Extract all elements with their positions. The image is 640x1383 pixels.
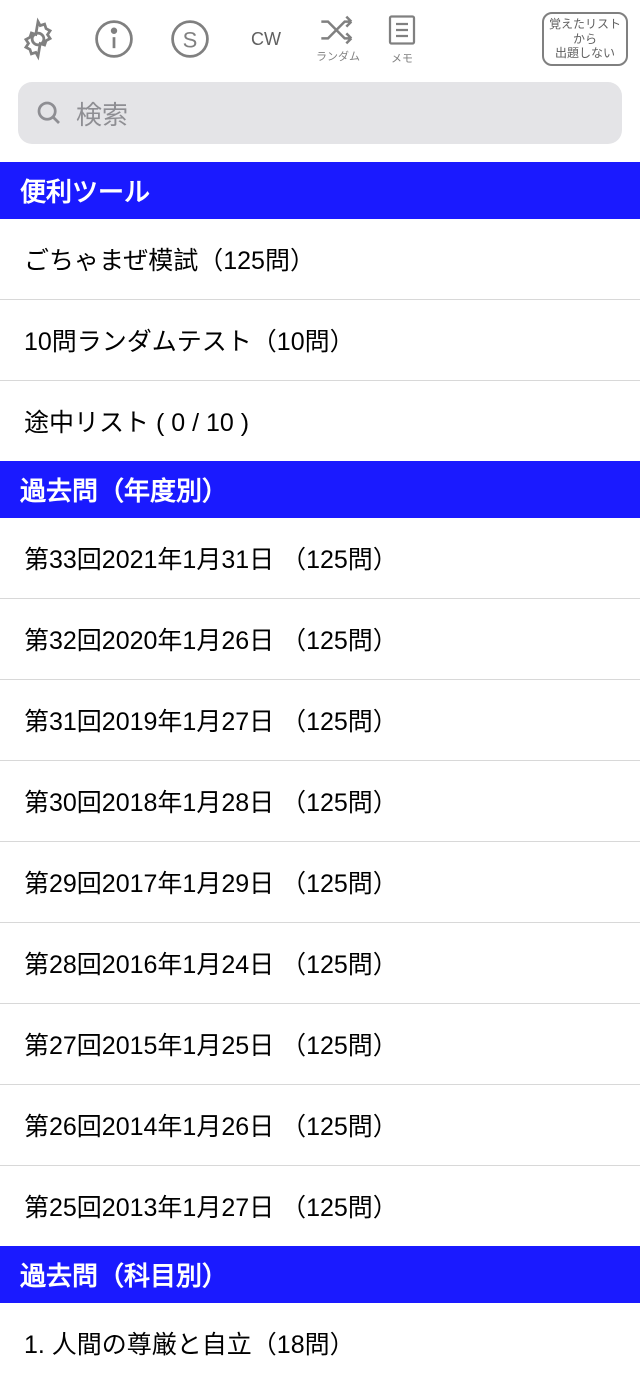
memo-label: メモ: [391, 50, 413, 66]
s-button[interactable]: S: [164, 13, 216, 65]
list-item[interactable]: 第30回2018年1月28日 （125問）: [0, 761, 640, 842]
list-item[interactable]: 第26回2014年1月26日 （125問）: [0, 1085, 640, 1166]
section-body: 第33回2021年1月31日 （125問）第32回2020年1月26日 （125…: [0, 518, 640, 1246]
list-item[interactable]: 第33回2021年1月31日 （125問）: [0, 518, 640, 599]
list-item[interactable]: 第32回2020年1月26日 （125問）: [0, 599, 640, 680]
list-item[interactable]: 第31回2019年1月27日 （125問）: [0, 680, 640, 761]
list-item[interactable]: 途中リスト ( 0 / 10 ): [0, 381, 640, 461]
list-item[interactable]: 第28回2016年1月24日 （125問）: [0, 923, 640, 1004]
info-icon: [92, 17, 136, 61]
list-item[interactable]: 1. 人間の尊厳と自立（18問）: [0, 1303, 640, 1383]
list-item[interactable]: 第29回2017年1月29日 （125問）: [0, 842, 640, 923]
random-button[interactable]: ランダム: [316, 14, 360, 64]
s-circle-icon: S: [168, 17, 212, 61]
list-item[interactable]: 10問ランダムテスト（10問）: [0, 300, 640, 381]
cw-label: CW: [251, 29, 281, 50]
section-header: 過去問（科目別）: [0, 1246, 640, 1303]
search-icon: [34, 98, 64, 128]
section-body: 1. 人間の尊厳と自立（18問）: [0, 1303, 640, 1383]
svg-text:S: S: [183, 27, 198, 52]
badge-line-2: から: [549, 32, 621, 46]
badge-line-3: 出題しない: [549, 46, 621, 60]
section-body: ごちゃまぜ模試（125問）10問ランダムテスト（10問）途中リスト ( 0 / …: [0, 219, 640, 461]
search-placeholder: 検索: [76, 95, 128, 132]
shuffle-icon: [318, 14, 358, 46]
gear-icon: [16, 17, 60, 61]
badge-line-1: 覚えたリスト: [549, 17, 621, 31]
list-item[interactable]: 第25回2013年1月27日 （125問）: [0, 1166, 640, 1246]
search-container: 検索: [0, 74, 640, 162]
toolbar: S CW ランダム メモ 覚えたリスト から 出題しない: [0, 0, 640, 74]
settings-button[interactable]: [12, 13, 64, 65]
info-button[interactable]: [88, 13, 140, 65]
list-item[interactable]: ごちゃまぜ模試（125問）: [0, 219, 640, 300]
memo-button[interactable]: メモ: [384, 12, 420, 66]
section-header: 過去問（年度別）: [0, 461, 640, 518]
memo-icon: [384, 12, 420, 48]
list-item[interactable]: 第27回2015年1月25日 （125問）: [0, 1004, 640, 1085]
cw-button[interactable]: CW: [240, 13, 292, 65]
random-label: ランダム: [316, 48, 360, 64]
search-input[interactable]: 検索: [18, 82, 622, 144]
learned-list-toggle[interactable]: 覚えたリスト から 出題しない: [542, 12, 628, 65]
content-sections: 便利ツールごちゃまぜ模試（125問）10問ランダムテスト（10問）途中リスト (…: [0, 162, 640, 1383]
section-header: 便利ツール: [0, 162, 640, 219]
